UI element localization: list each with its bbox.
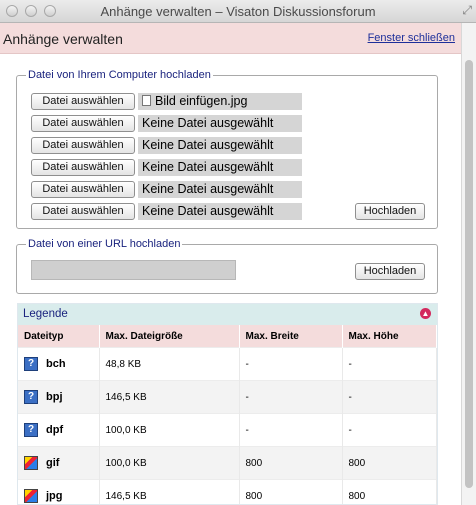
choose-file-button-5[interactable]: Datei auswählen bbox=[31, 181, 135, 198]
max-size: 146,5 KB bbox=[99, 479, 240, 504]
file-type: jpg bbox=[46, 490, 63, 502]
upload-url-legend: Datei von einer URL hochladen bbox=[28, 238, 181, 250]
column-header: Max. Breite bbox=[239, 325, 343, 348]
file-type: dpf bbox=[46, 424, 64, 436]
file-types-table: Dateityp Max. Dateigröße Max. Breite Max… bbox=[18, 325, 437, 504]
max-height: - bbox=[342, 380, 437, 414]
upload-computer-button[interactable]: Hochladen bbox=[355, 203, 425, 220]
file-type: bch bbox=[46, 358, 66, 370]
file-name-5: Keine Datei ausgewählt bbox=[138, 181, 302, 198]
legend-header[interactable]: Legende ▲ bbox=[18, 304, 437, 325]
column-header: Max. Dateigröße bbox=[99, 325, 240, 348]
file-name-2: Keine Datei ausgewählt bbox=[138, 115, 302, 132]
title-bar: Anhänge verwalten – Visaton Diskussionsf… bbox=[0, 0, 476, 23]
column-header: Max. Höhe bbox=[342, 325, 437, 348]
max-height: 800 bbox=[342, 446, 437, 480]
choose-file-button-6[interactable]: Datei auswählen bbox=[31, 203, 135, 220]
legend-panel: Legende ▲ Dateityp Max. Dateigröße Max. … bbox=[17, 303, 438, 505]
table-row: gif 100,0 KB 800 800 bbox=[18, 446, 437, 480]
table-row: jpg 146,5 KB 800 800 bbox=[18, 479, 437, 504]
vertical-scrollbar[interactable] bbox=[461, 23, 476, 505]
page-title: Anhänge verwalten bbox=[3, 31, 123, 47]
file-name-3: Keine Datei ausgewählt bbox=[138, 137, 302, 154]
max-size: 100,0 KB bbox=[99, 446, 240, 480]
max-size: 48,8 KB bbox=[99, 347, 240, 381]
window-title: Anhänge verwalten – Visaton Diskussionsf… bbox=[100, 4, 376, 19]
max-height: - bbox=[342, 347, 437, 381]
file-name-4: Keine Datei ausgewählt bbox=[138, 159, 302, 176]
upload-computer-legend: Datei von Ihrem Computer hochladen bbox=[28, 69, 211, 81]
file-name-6: Keine Datei ausgewählt bbox=[138, 203, 302, 220]
scrollbar-thumb[interactable] bbox=[465, 60, 473, 488]
upload-url-button[interactable]: Hochladen bbox=[355, 263, 425, 280]
image-file-icon bbox=[24, 456, 38, 470]
file-type: gif bbox=[46, 457, 60, 469]
collapse-icon[interactable]: ▲ bbox=[420, 308, 431, 319]
column-header: Dateityp bbox=[18, 325, 100, 348]
file-name-1: Bild einfügen.jpg bbox=[138, 93, 302, 110]
max-size: 146,5 KB bbox=[99, 380, 240, 414]
table-row: ? bch 48,8 KB - - bbox=[18, 347, 437, 381]
max-width: - bbox=[239, 413, 343, 447]
unknown-file-icon: ? bbox=[24, 357, 38, 371]
max-width: - bbox=[239, 380, 343, 414]
image-file-icon bbox=[24, 489, 38, 503]
attachments-window: Anhänge verwalten – Visaton Diskussionsf… bbox=[0, 0, 476, 505]
max-width: 800 bbox=[239, 479, 343, 504]
table-row: ? dpf 100,0 KB - - bbox=[18, 413, 437, 447]
max-width: - bbox=[239, 347, 343, 381]
max-size: 100,0 KB bbox=[99, 413, 240, 447]
page-header: Anhänge verwalten Fenster schließen bbox=[0, 23, 476, 54]
fullscreen-icon[interactable]: ⤢ bbox=[462, 3, 472, 18]
table-row: ? bpj 146,5 KB - - bbox=[18, 380, 437, 414]
max-width: 800 bbox=[239, 446, 343, 480]
max-height: - bbox=[342, 413, 437, 447]
legend-title: Legende bbox=[23, 308, 68, 320]
choose-file-button-1[interactable]: Datei auswählen bbox=[31, 93, 135, 110]
close-window-link[interactable]: Fenster schließen bbox=[368, 32, 455, 44]
max-height: 800 bbox=[342, 479, 437, 504]
table-header-row: Dateityp Max. Dateigröße Max. Breite Max… bbox=[18, 325, 437, 348]
file-type: bpj bbox=[46, 391, 63, 403]
file-icon bbox=[142, 95, 151, 106]
choose-file-button-3[interactable]: Datei auswählen bbox=[31, 137, 135, 154]
choose-file-button-2[interactable]: Datei auswählen bbox=[31, 115, 135, 132]
unknown-file-icon: ? bbox=[24, 423, 38, 437]
url-input[interactable] bbox=[31, 260, 236, 280]
unknown-file-icon: ? bbox=[24, 390, 38, 404]
choose-file-button-4[interactable]: Datei auswählen bbox=[31, 159, 135, 176]
